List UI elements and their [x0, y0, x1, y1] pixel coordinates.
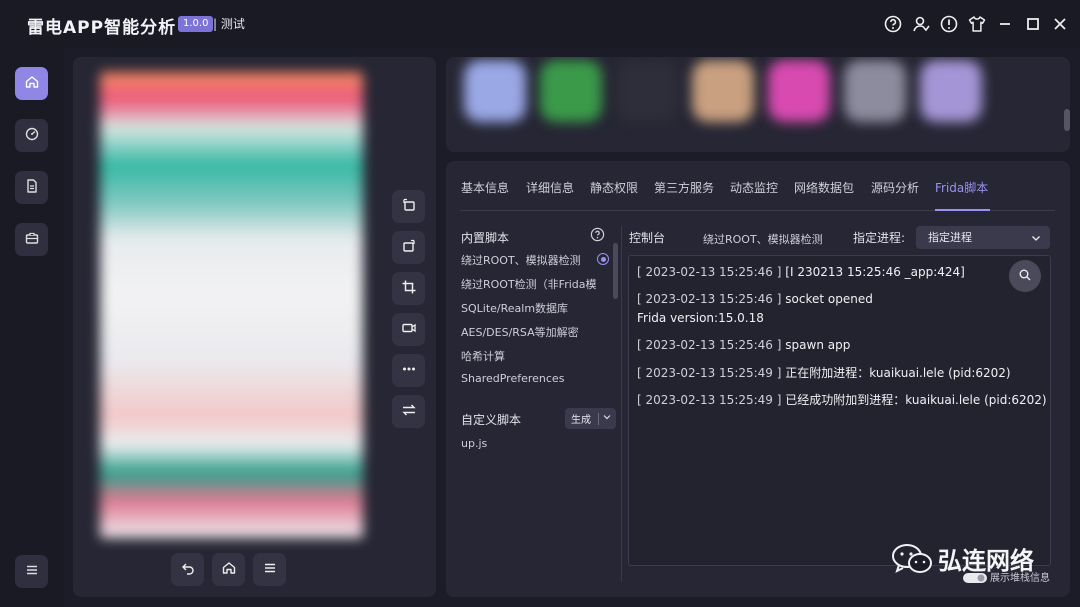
builtin-scripts-title: 内置脚本 — [461, 231, 510, 245]
app-title: 雷电APP智能分析 — [27, 18, 177, 38]
generate-label: 生成 — [571, 415, 591, 426]
app-icon — [616, 60, 678, 122]
builtin-script-item[interactable]: 绕过ROOT检测（非Frida模 — [461, 276, 597, 292]
app-icon — [844, 60, 906, 122]
app-icon — [692, 60, 754, 122]
console-search-button[interactable] — [1009, 260, 1041, 292]
log-line: [ 2023-02-13 15:25:46 ] [I 230213 15:25:… — [637, 265, 965, 279]
log-line: [ 2023-02-13 15:25:46 ] socket opened — [637, 292, 873, 306]
swap-icon — [401, 402, 417, 422]
toggle-icon — [962, 569, 988, 583]
shirt-icon[interactable] — [967, 14, 987, 34]
record-button[interactable] — [392, 313, 425, 346]
column-divider — [621, 226, 622, 581]
process-select[interactable]: 指定进程 — [916, 226, 1050, 249]
menu-icon — [24, 562, 40, 582]
script-list-scrollbar[interactable] — [613, 243, 618, 299]
swap-button[interactable] — [392, 395, 425, 428]
tab-static-permissions[interactable]: 静态权限 — [590, 179, 638, 196]
custom-script-item[interactable]: up.js — [461, 437, 487, 450]
environment-label: | 测试 — [213, 17, 245, 31]
record-icon — [401, 320, 417, 340]
help-icon[interactable] — [883, 14, 903, 34]
log-line: Frida version:15.0.18 — [637, 311, 764, 325]
app-icon — [540, 60, 602, 122]
process-label: 指定进程: — [853, 231, 906, 245]
icons-scrollbar[interactable] — [1064, 109, 1070, 131]
more-icon — [401, 361, 417, 381]
info-icon[interactable] — [939, 14, 959, 34]
active-tab-indicator — [935, 209, 990, 211]
tab-network-packets[interactable]: 网络数据包 — [794, 179, 854, 196]
builtin-script-item[interactable]: 绕过ROOT、模拟器检测 — [461, 252, 581, 268]
builtin-script-item[interactable]: AES/DES/RSA等加解密 — [461, 324, 579, 340]
toolbox-icon — [24, 230, 40, 250]
device-back-button[interactable] — [171, 553, 204, 586]
tab-details[interactable]: 详细信息 — [526, 179, 574, 196]
rotate-right-icon — [401, 238, 417, 258]
menu-icon — [262, 560, 278, 580]
log-line: [ 2023-02-13 15:25:49 ] 正在附加进程：kuaikuai.… — [637, 366, 1011, 380]
chevron-down-icon — [599, 411, 613, 426]
help-icon[interactable] — [590, 227, 605, 242]
close-icon[interactable] — [1050, 14, 1070, 34]
log-line: [ 2023-02-13 15:25:49 ] 已经成功附加到进程：kuaiku… — [637, 393, 1047, 407]
device-menu-button[interactable] — [253, 553, 286, 586]
device-screen-preview[interactable] — [100, 72, 363, 538]
more-button[interactable] — [392, 354, 425, 387]
nav-menu-button[interactable] — [15, 555, 48, 588]
home-icon — [221, 560, 237, 580]
app-icon — [464, 60, 526, 122]
process-select-value: 指定进程 — [928, 231, 972, 244]
home-icon — [24, 74, 40, 94]
user-icon[interactable] — [911, 14, 931, 34]
crop-icon — [401, 279, 417, 299]
tab-third-party[interactable]: 第三方服务 — [654, 179, 714, 196]
app-icon — [920, 60, 982, 122]
device-home-button[interactable] — [212, 553, 245, 586]
rotate-left-button[interactable] — [392, 190, 425, 223]
app-icon — [768, 60, 830, 122]
tab-frida-script[interactable]: Frida脚本 — [935, 179, 988, 196]
watermark-subtitle: 展示堆栈信息 — [990, 573, 1050, 584]
search-icon — [1018, 267, 1032, 286]
tab-source-analysis[interactable]: 源码分析 — [871, 179, 919, 196]
custom-scripts-title: 自定义脚本 — [461, 413, 522, 427]
builtin-script-item[interactable]: SQLite/Realm数据库 — [461, 300, 568, 316]
builtin-script-item[interactable]: 哈希计算 — [461, 348, 505, 364]
app-icons-panel — [446, 57, 1070, 152]
selected-radio[interactable] — [597, 253, 609, 265]
minimize-icon[interactable] — [995, 14, 1015, 34]
dashboard-icon — [24, 126, 40, 146]
nav-toolbox-button[interactable] — [15, 223, 48, 256]
nav-document-button[interactable] — [15, 171, 48, 204]
nav-home-button[interactable] — [15, 67, 48, 100]
version-badge: 1.0.0 — [178, 16, 214, 32]
rotate-right-button[interactable] — [392, 231, 425, 264]
document-icon — [24, 178, 40, 198]
rotate-left-icon — [401, 197, 417, 217]
tab-dynamic-monitor[interactable]: 动态监控 — [730, 179, 778, 196]
generate-button[interactable]: 生成 — [565, 408, 616, 429]
back-icon — [180, 560, 196, 580]
tab-basic-info[interactable]: 基本信息 — [461, 179, 509, 196]
log-line: [ 2023-02-13 15:25:46 ] spawn app — [637, 338, 851, 352]
builtin-script-item[interactable]: SharedPreferences — [461, 372, 564, 385]
wechat-icon — [890, 541, 934, 577]
console-title: 控制台 — [629, 231, 666, 245]
current-script-label: 绕过ROOT、模拟器检测 — [703, 233, 823, 246]
title-bar: 雷电APP智能分析 1.0.0 | 测试 — [0, 0, 1080, 48]
crop-button[interactable] — [392, 272, 425, 305]
nav-dashboard-button[interactable] — [15, 119, 48, 152]
maximize-icon[interactable] — [1023, 14, 1043, 34]
